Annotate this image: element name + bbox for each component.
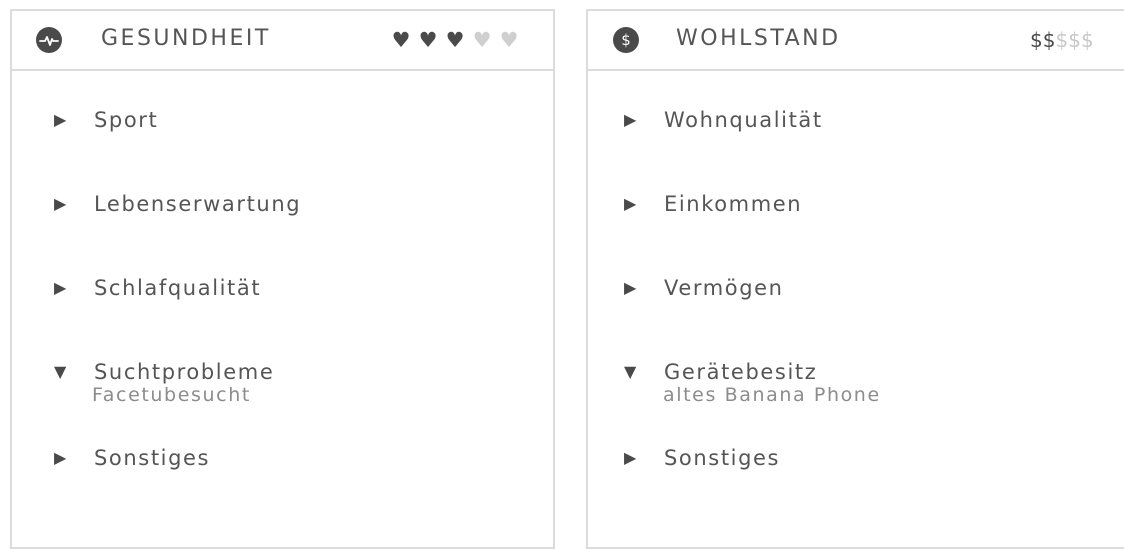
wealth-panel: $ WOHLSTAND $ $ $ $ $ ▶ Wohnqualität ▶ Einko…: [586, 9, 1124, 549]
dollar-empty-icon: $: [1080, 28, 1094, 52]
dollar-filled-icon: $: [1042, 28, 1056, 52]
dollar-filled-icon: $: [1030, 28, 1043, 52]
item-value: altes Banana Phone: [663, 384, 881, 406]
heart-filled-icon: ♥: [391, 28, 411, 52]
wealth-panel-title: WOHLSTAND: [676, 26, 841, 51]
collapsed-arrow-icon: ▶: [624, 448, 637, 467]
expanded-arrow-icon: ▼: [624, 362, 637, 381]
health-panel-header: GESUNDHEIT ♥ ♥ ♥ ♥ ♥: [12, 11, 553, 71]
wealth-rating: $ $ $ $ $: [1030, 26, 1094, 54]
dollar-icon: $: [613, 27, 639, 53]
dollar-icon-glyph: $: [621, 31, 631, 49]
item-label: Gerätebesitz: [664, 360, 818, 384]
heart-empty-icon: ♥: [472, 28, 492, 52]
health-panel: GESUNDHEIT ♥ ♥ ♥ ♥ ♥ ▶ Sport ▶ Lebenserwartu…: [10, 9, 555, 549]
collapsed-arrow-icon: ▶: [54, 278, 67, 297]
item-label: Suchtprobleme: [94, 360, 275, 384]
item-label: Vermögen: [664, 276, 784, 300]
item-label: Sport: [94, 108, 159, 132]
heart-filled-icon: ♥: [445, 28, 465, 52]
heart-filled-icon: ♥: [418, 28, 438, 52]
heartbeat-icon: [36, 27, 62, 53]
collapsed-arrow-icon: ▶: [624, 110, 637, 129]
dollar-empty-icon: $: [1055, 28, 1069, 52]
collapsed-arrow-icon: ▶: [624, 194, 637, 213]
item-label: Sonstiges: [664, 446, 781, 470]
wealth-panel-header: $ WOHLSTAND $ $ $ $ $: [588, 11, 1124, 71]
collapsed-arrow-icon: ▶: [54, 110, 67, 129]
dollar-empty-icon: $: [1068, 28, 1081, 52]
item-value: Facetubesucht: [92, 384, 251, 406]
expanded-arrow-icon: ▼: [54, 362, 67, 381]
heart-empty-icon: ♥: [499, 28, 519, 52]
item-label: Sonstiges: [94, 446, 211, 470]
health-rating: ♥ ♥ ♥ ♥ ♥: [388, 28, 522, 52]
health-panel-title: GESUNDHEIT: [101, 26, 271, 51]
collapsed-arrow-icon: ▶: [54, 194, 67, 213]
item-label: Schlafqualität: [94, 276, 262, 300]
item-label: Wohnqualität: [664, 108, 823, 132]
collapsed-arrow-icon: ▶: [54, 448, 67, 467]
item-label: Einkommen: [664, 192, 803, 216]
item-label: Lebenserwartung: [94, 192, 302, 216]
collapsed-arrow-icon: ▶: [624, 278, 637, 297]
